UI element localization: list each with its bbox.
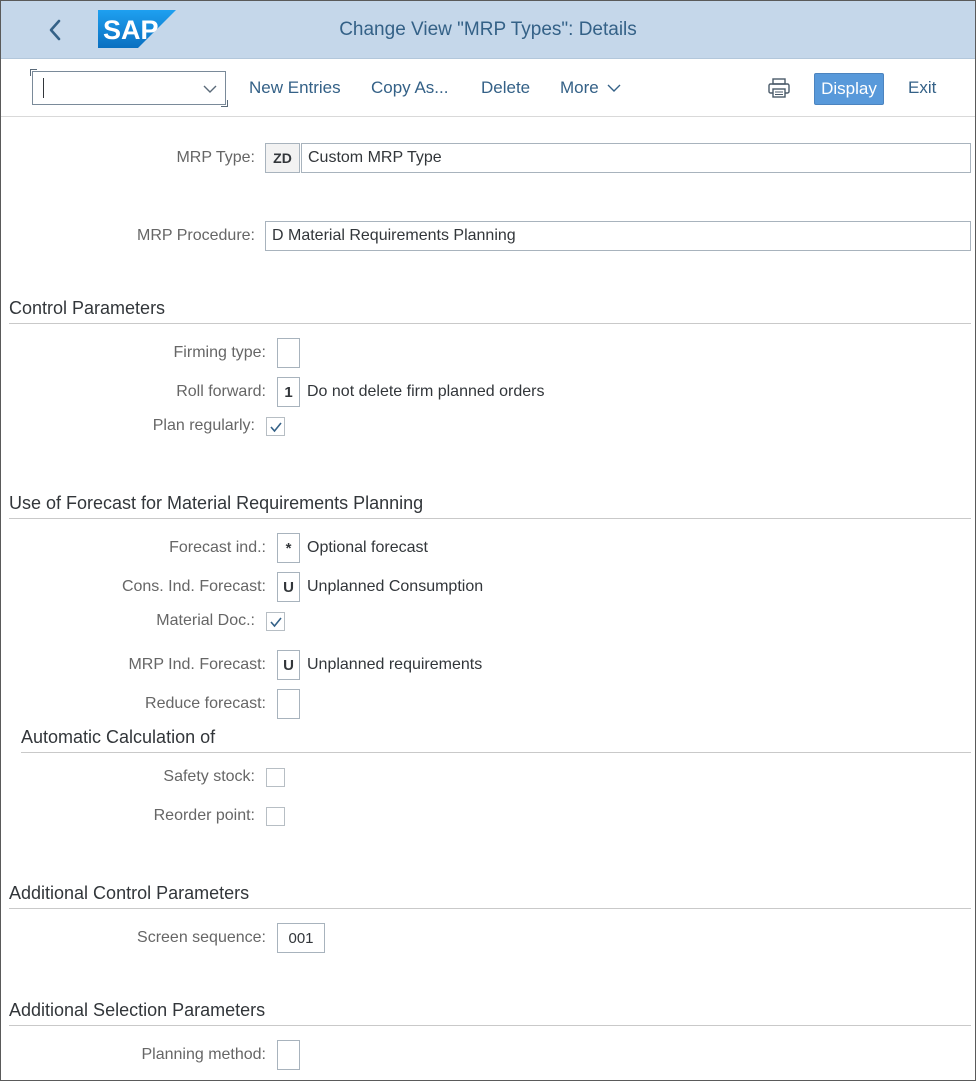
additional-selection-heading: Additional Selection Parameters	[9, 1000, 266, 1020]
text-cursor	[43, 78, 44, 98]
mrp-ind-forecast-field[interactable]: U	[277, 650, 300, 680]
reorder-point-label: Reorder point:	[153, 807, 255, 824]
exit-button[interactable]: Exit	[908, 78, 936, 98]
firming-type-field[interactable]	[277, 338, 300, 368]
additional-control-heading: Additional Control Parameters	[9, 883, 250, 903]
divider	[9, 518, 971, 519]
command-field[interactable]	[30, 69, 228, 107]
copy-as-button[interactable]: Copy As...	[371, 78, 448, 98]
toolbar: New Entries Copy As... Delete More Displ…	[1, 59, 975, 117]
safety-stock-label: Safety stock:	[163, 768, 255, 785]
reorder-point-checkbox[interactable]	[266, 807, 285, 826]
mrp-procedure-field[interactable]: D Material Requirements Planning	[265, 221, 971, 251]
safety-stock-checkbox[interactable]	[266, 768, 285, 787]
shell-header: SAP Change View "MRP Types": Details	[1, 1, 975, 59]
firming-type-label: Firming type:	[173, 344, 266, 361]
mrp-type-description-field[interactable]: Custom MRP Type	[301, 143, 971, 173]
screen-sequence-label: Screen sequence:	[137, 929, 266, 946]
divider	[9, 1025, 971, 1026]
forecast-ind-label: Forecast ind.:	[169, 539, 266, 556]
roll-forward-label: Roll forward:	[176, 383, 266, 400]
material-doc-checkbox[interactable]	[266, 612, 285, 631]
more-button[interactable]: More	[560, 78, 621, 98]
forecast-heading: Use of Forecast for Material Requirement…	[9, 493, 424, 513]
chevron-down-icon	[203, 85, 217, 93]
mrp-type-label: MRP Type:	[176, 149, 255, 166]
mrp-procedure-label: MRP Procedure:	[137, 227, 255, 244]
divider	[9, 323, 971, 324]
cons-ind-forecast-label: Cons. Ind. Forecast:	[121, 578, 266, 595]
plan-regularly-label: Plan regularly:	[152, 417, 255, 434]
page-title: Change View "MRP Types": Details	[339, 19, 637, 40]
material-doc-label: Material Doc.:	[156, 612, 255, 629]
control-parameters-heading: Control Parameters	[9, 298, 166, 318]
automatic-calculation-heading: Automatic Calculation of	[21, 727, 216, 747]
plan-regularly-checkbox[interactable]	[266, 417, 285, 436]
display-button[interactable]: Display	[814, 73, 884, 105]
mrp-ind-forecast-description: Unplanned requirements	[307, 656, 483, 673]
mrp-type-code-field[interactable]: ZD	[265, 143, 300, 173]
forecast-ind-field[interactable]: *	[277, 533, 300, 563]
screen-sequence-field[interactable]: 001	[277, 923, 325, 953]
checkmark-icon	[269, 616, 282, 627]
roll-forward-description: Do not delete firm planned orders	[307, 383, 545, 400]
roll-forward-field[interactable]: 1	[277, 377, 300, 407]
more-label: More	[560, 78, 599, 97]
print-icon[interactable]	[767, 77, 791, 99]
cons-ind-forecast-description: Unplanned Consumption	[307, 578, 484, 595]
reduce-forecast-label: Reduce forecast:	[145, 695, 266, 712]
command-input[interactable]	[37, 76, 197, 100]
planning-method-label: Planning method:	[141, 1046, 266, 1063]
mrp-ind-forecast-label: MRP Ind. Forecast:	[128, 656, 266, 673]
divider	[21, 752, 971, 753]
divider	[9, 908, 971, 909]
app-frame: SAP Change View "MRP Types": Details New…	[0, 0, 976, 1081]
forecast-ind-description: Optional forecast	[307, 539, 428, 556]
checkmark-icon	[269, 421, 282, 432]
cons-ind-forecast-field[interactable]: U	[277, 572, 300, 602]
reduce-forecast-field[interactable]	[277, 689, 300, 719]
new-entries-button[interactable]: New Entries	[249, 78, 341, 98]
delete-button[interactable]: Delete	[481, 78, 530, 98]
chevron-down-icon	[607, 84, 621, 93]
planning-method-field[interactable]	[277, 1040, 300, 1070]
command-dropdown-button[interactable]	[201, 80, 219, 98]
